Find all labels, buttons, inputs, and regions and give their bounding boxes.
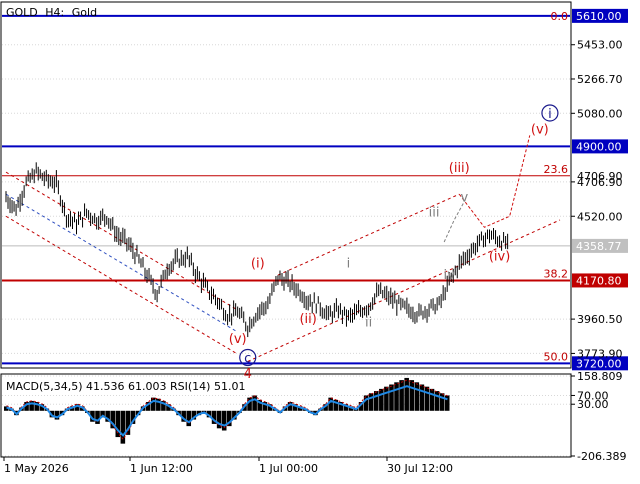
macd-bar bbox=[409, 380, 415, 411]
macd-bar bbox=[379, 388, 384, 411]
wave-label: i bbox=[347, 257, 351, 272]
wave-label: iv bbox=[444, 268, 456, 283]
macd-bar bbox=[424, 386, 430, 411]
price-tick-label: 4706.90 bbox=[577, 176, 623, 189]
time-tick-label: 1 May 2026 bbox=[4, 462, 69, 475]
macd-bar bbox=[434, 391, 440, 411]
price-tag-text: 5610.00 bbox=[576, 10, 622, 23]
macd-bar bbox=[404, 377, 409, 411]
timeframe-label: H4: bbox=[45, 6, 64, 19]
macd-bar bbox=[414, 382, 420, 411]
price-tag-text: 4170.80 bbox=[576, 274, 622, 287]
wave-label: i bbox=[548, 107, 552, 122]
macd-bar bbox=[95, 410, 100, 424]
macd-bar bbox=[419, 384, 425, 411]
price-tick-label: 4520.00 bbox=[577, 210, 623, 223]
time-tick-label: 30 Jul 12:00 bbox=[387, 462, 453, 475]
symbol-label: GOLD bbox=[6, 6, 38, 19]
wave-label: (iii) bbox=[449, 161, 470, 176]
macd-bar bbox=[389, 384, 394, 411]
time-tick-label: 1 Jun 12:00 bbox=[130, 462, 193, 475]
price-tag-text: 4900.00 bbox=[576, 140, 622, 153]
macd-bar bbox=[439, 393, 445, 411]
macd-bar bbox=[399, 380, 404, 411]
wave-label: (ii) bbox=[299, 312, 316, 327]
chart-header: GOLD H4: Gold bbox=[6, 6, 97, 19]
fib-level-label: 38.2 bbox=[544, 267, 569, 280]
macd-bar bbox=[384, 386, 389, 411]
macd-bar bbox=[150, 397, 156, 411]
description-label: Gold bbox=[72, 6, 97, 19]
wave-label: (i) bbox=[251, 257, 265, 272]
indicator-header: MACD(5,34,5) 41.536 61.003 RSI(14) 51.01 bbox=[6, 380, 245, 393]
price-tick-label: 3773.90 bbox=[577, 347, 623, 360]
macd-bar bbox=[429, 388, 435, 411]
price-tick-label: 5080.00 bbox=[577, 107, 623, 120]
wave-label: (iv) bbox=[489, 249, 510, 264]
price-tick-label: 3960.50 bbox=[577, 313, 623, 326]
wave-label: (v) bbox=[531, 123, 549, 138]
wave-label: ii bbox=[365, 316, 372, 331]
chart-window: 5610.00 4900.00 4706.90 23.6 4358.77 4170.80 3… bbox=[0, 0, 640, 480]
wave-label: (v) bbox=[229, 332, 247, 347]
fib-level-label: 50.0 bbox=[544, 350, 569, 363]
wave-label: iii bbox=[429, 205, 440, 220]
price-tick-label: 5453.00 bbox=[577, 39, 623, 52]
macd-bar bbox=[252, 395, 257, 411]
macd-bar bbox=[29, 400, 34, 411]
price-tag-text: 4358.77 bbox=[576, 240, 622, 253]
wave-label: v bbox=[460, 191, 468, 206]
fib-level-label: 23.6 bbox=[544, 163, 569, 176]
macd-bar bbox=[368, 393, 374, 411]
macd-tick-label: 158.809 bbox=[577, 370, 623, 383]
macd-bar bbox=[373, 391, 379, 411]
macd-bar bbox=[186, 410, 192, 427]
wave-label: c bbox=[244, 351, 251, 366]
macd-tick-label: 30.00 bbox=[577, 398, 609, 411]
price-tick-label: 5266.70 bbox=[577, 73, 623, 86]
macd-bar bbox=[394, 382, 399, 411]
time-tick-label: 1 Jul 00:00 bbox=[259, 462, 318, 475]
macd-tick-label: -206.389 bbox=[577, 450, 626, 463]
chart-canvas: 5610.00 4900.00 4706.90 23.6 4358.77 4170.80 3… bbox=[0, 0, 640, 480]
fib-level-label: 0.0 bbox=[551, 10, 569, 23]
